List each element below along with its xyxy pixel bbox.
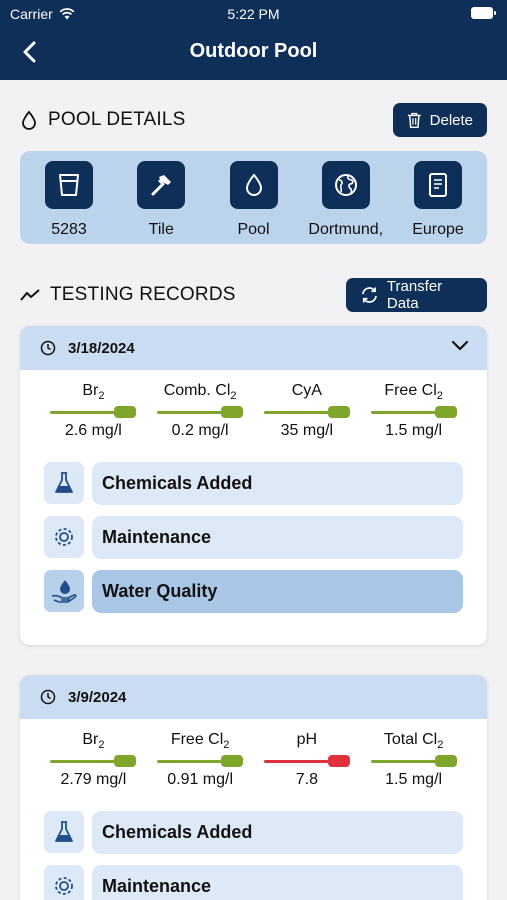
volume-icon bbox=[59, 174, 79, 196]
metric-level-bar bbox=[50, 755, 137, 767]
detail-volume-label: 5283 bbox=[51, 221, 87, 238]
metric-value: 2.79 mg/l bbox=[60, 771, 127, 788]
metric-name: Free Cl2 bbox=[170, 731, 230, 752]
metric-name: Br2 bbox=[82, 731, 105, 752]
water-hand-icon bbox=[51, 580, 77, 603]
testing-records-header: TESTING RECORDS Transfer Data bbox=[20, 277, 487, 313]
metric-free-cl2: Free Cl2 1.5 mg/l bbox=[360, 380, 467, 440]
record-date: 3/9/2024 bbox=[68, 688, 127, 706]
metric-name: CyA bbox=[291, 382, 322, 399]
detail-volume[interactable]: 5283 bbox=[24, 151, 114, 244]
metric-level-bar bbox=[370, 406, 457, 418]
metric-ph: pH 7.8 bbox=[254, 729, 361, 789]
metric-level-bar bbox=[157, 755, 244, 767]
water-quality-button[interactable]: Water Quality bbox=[92, 569, 463, 613]
detail-region[interactable]: Europe bbox=[393, 151, 483, 244]
trash-icon bbox=[407, 112, 421, 129]
water-drop-icon bbox=[22, 110, 36, 130]
metric-value: 7.8 bbox=[295, 771, 318, 788]
metric-level-bar bbox=[370, 755, 457, 767]
metric-value: 2.6 mg/l bbox=[64, 422, 122, 439]
chemicals-added-button[interactable]: Chemicals Added bbox=[92, 461, 463, 505]
pool-details-header: POOL DETAILS Delete bbox=[20, 102, 487, 138]
page-title: Outdoor Pool bbox=[189, 40, 318, 62]
water-quality-row: Water Quality bbox=[20, 564, 487, 618]
delete-button[interactable]: Delete bbox=[393, 103, 487, 137]
delete-label: Delete bbox=[429, 111, 473, 129]
trend-line-icon bbox=[20, 289, 40, 301]
flask-icon bbox=[55, 472, 73, 493]
maintenance-button[interactable]: Maintenance bbox=[92, 515, 463, 559]
flask-icon bbox=[55, 821, 73, 842]
metric-name: Total Cl2 bbox=[383, 731, 444, 752]
metric-name: Comb. Cl2 bbox=[163, 382, 237, 403]
metric-value: 1.5 mg/l bbox=[385, 422, 443, 439]
detail-surface[interactable]: Tile bbox=[116, 151, 206, 244]
metrics-row: Br2 2.79 mg/l Free Cl2 0.91 mg/l pH 7.8 … bbox=[20, 719, 487, 789]
gear-icon bbox=[55, 528, 73, 546]
globe-icon bbox=[334, 174, 357, 196]
metrics-row: Br2 2.6 mg/l Comb. Cl2 0.2 mg/l CyA 35 m… bbox=[20, 370, 487, 440]
detail-type-label: Pool bbox=[237, 221, 270, 238]
sync-icon bbox=[361, 287, 377, 303]
record-date: 3/18/2024 bbox=[68, 339, 135, 357]
chevron-down-icon[interactable] bbox=[451, 340, 469, 352]
clock-icon bbox=[40, 689, 56, 705]
status-time: 5:22 PM bbox=[227, 6, 280, 22]
maintenance-row: Maintenance bbox=[20, 859, 487, 900]
chemicals-added-row: Chemicals Added bbox=[20, 805, 487, 859]
gear-icon bbox=[55, 877, 73, 895]
metric-name: Br2 bbox=[82, 382, 105, 403]
maintenance-button[interactable]: Maintenance bbox=[92, 864, 463, 900]
pool-details-heading: POOL DETAILS bbox=[48, 109, 186, 130]
metric-br2: Br2 2.79 mg/l bbox=[40, 729, 147, 789]
chemicals-added-row: Chemicals Added bbox=[20, 456, 487, 510]
record-header[interactable]: 3/18/2024 bbox=[20, 326, 487, 370]
metric-comb-cl2: Comb. Cl2 0.2 mg/l bbox=[147, 380, 254, 440]
detail-city[interactable]: Dortmund, bbox=[301, 151, 391, 244]
metric-free-cl2: Free Cl2 0.91 mg/l bbox=[147, 729, 254, 789]
record-header[interactable]: 3/9/2024 bbox=[20, 675, 487, 719]
detail-surface-label: Tile bbox=[148, 221, 174, 238]
navigation-bar: Carrier 5:22 PM Outdoor Pool bbox=[0, 0, 507, 80]
metric-cya: CyA 35 mg/l bbox=[254, 380, 361, 440]
transfer-data-label: Transfer Data bbox=[386, 278, 443, 312]
metric-value: 35 mg/l bbox=[280, 422, 334, 439]
pool-details-card: 5283 Tile Pool Dortmund, Europe bbox=[20, 151, 487, 244]
metric-value: 0.91 mg/l bbox=[167, 771, 234, 788]
detail-city-label: Dortmund, bbox=[308, 221, 384, 238]
battery-icon bbox=[471, 7, 496, 19]
detail-type[interactable]: Pool bbox=[209, 151, 299, 244]
chemicals-added-button[interactable]: Chemicals Added bbox=[92, 810, 463, 854]
clock-icon bbox=[40, 340, 56, 356]
record-card: 3/9/2024 Br2 2.79 mg/l Free Cl2 0.91 mg/… bbox=[20, 675, 487, 900]
record-card: 3/18/2024 Br2 2.6 mg/l Comb. Cl2 0.2 mg/… bbox=[20, 326, 487, 645]
metric-value: 1.5 mg/l bbox=[385, 771, 443, 788]
metric-level-bar bbox=[263, 406, 350, 418]
testing-records-heading: TESTING RECORDS bbox=[50, 284, 236, 305]
metric-total-cl2: Total Cl2 1.5 mg/l bbox=[360, 729, 467, 789]
status-bar: Carrier 5:22 PM bbox=[0, 0, 507, 28]
metric-name: pH bbox=[296, 731, 318, 748]
metric-name: Free Cl2 bbox=[384, 382, 443, 403]
metric-level-bar bbox=[50, 406, 137, 418]
detail-region-label: Europe bbox=[412, 221, 464, 238]
maintenance-row: Maintenance bbox=[20, 510, 487, 564]
metric-br2: Br2 2.6 mg/l bbox=[40, 380, 147, 440]
document-icon bbox=[429, 173, 447, 197]
water-drop-icon bbox=[245, 173, 262, 196]
transfer-data-button[interactable]: Transfer Data bbox=[346, 278, 487, 312]
metric-value: 0.2 mg/l bbox=[171, 422, 229, 439]
hammer-icon bbox=[151, 175, 172, 196]
metric-level-bar bbox=[157, 406, 244, 418]
metric-level-bar bbox=[263, 755, 350, 767]
